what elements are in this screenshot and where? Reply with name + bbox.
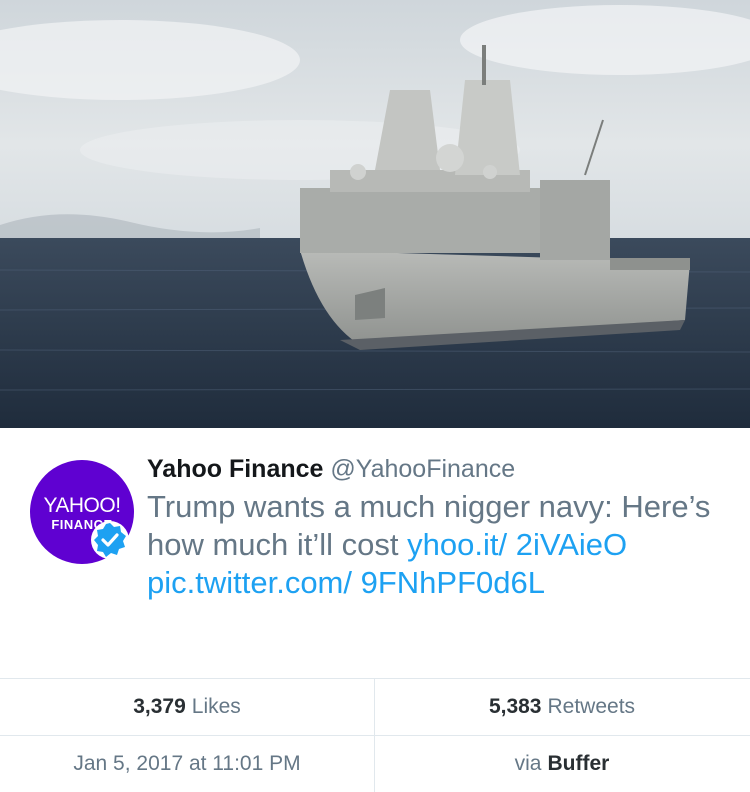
- tweet-timestamp[interactable]: Jan 5, 2017 at 11:01 PM: [0, 736, 375, 792]
- retweets-label: Retweets: [547, 695, 636, 718]
- verified-badge-icon: [91, 521, 129, 559]
- engagement-row: 3,379 Likes 5,383 Retweets: [0, 679, 750, 736]
- likes-label: Likes: [191, 695, 241, 718]
- tweet-stats: 3,379 Likes 5,383 Retweets Jan 5, 2017 a…: [0, 678, 750, 792]
- tweet-pic-link[interactable]: pic.twitter.com/ 9FNhPF0d6L: [147, 565, 545, 600]
- tweet-body: YAHOO! FINANCE Yahoo Finance @YahooFinan…: [0, 428, 750, 678]
- meta-row: Jan 5, 2017 at 11:01 PM via Buffer: [0, 736, 750, 792]
- retweets-count: 5,383: [488, 695, 542, 718]
- tweet-source: via Buffer: [375, 736, 749, 792]
- avatar-logo-text: YAHOO!: [43, 494, 121, 517]
- likes-count-button[interactable]: 3,379 Likes: [0, 679, 375, 735]
- tweet-text: Trump wants a much nigger navy: Here’s h…: [147, 488, 727, 602]
- ship-photo-illustration: [0, 0, 750, 428]
- likes-count: 3,379: [133, 695, 186, 718]
- retweets-count-button[interactable]: 5,383 Retweets: [375, 679, 749, 735]
- tweet-header: Yahoo Finance @YahooFinance: [147, 452, 727, 486]
- tweet-media-photo[interactable]: [0, 0, 750, 428]
- tweet-short-link[interactable]: yhoo.it/ 2iVAieO: [407, 527, 627, 562]
- via-app-name[interactable]: Buffer: [548, 752, 610, 776]
- via-label: via: [514, 752, 542, 775]
- timestamp-text: Jan 5, 2017 at 11:01 PM: [73, 752, 301, 775]
- user-display-name[interactable]: Yahoo Finance: [147, 455, 323, 483]
- tweet-content: Yahoo Finance @YahooFinance Trump wants …: [147, 452, 727, 602]
- user-handle[interactable]: @YahooFinance: [330, 455, 515, 483]
